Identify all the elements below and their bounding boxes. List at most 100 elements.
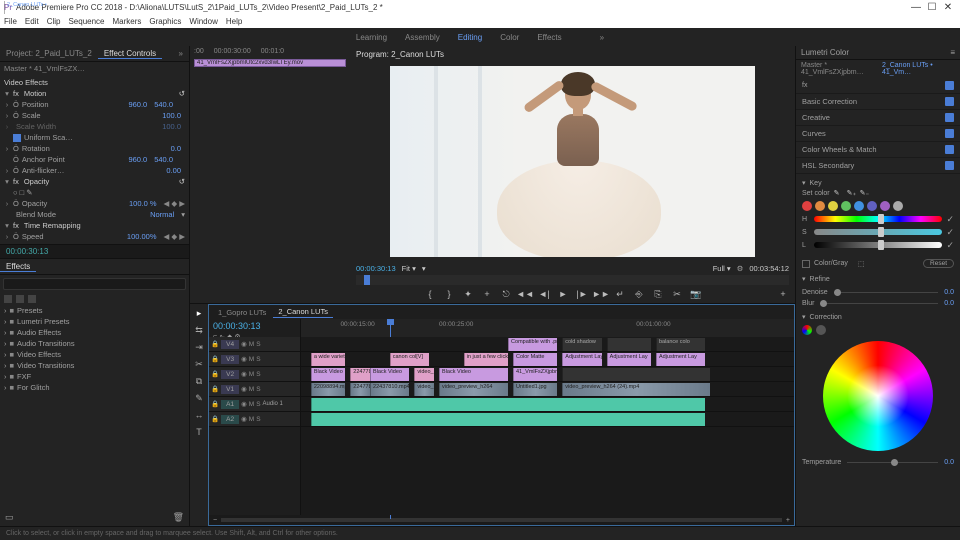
camera-icon[interactable]: 📷	[690, 288, 702, 300]
menu-edit[interactable]: Edit	[25, 17, 39, 26]
program-scrub-bar[interactable]	[356, 275, 789, 285]
effect-timecode[interactable]: 00:00:30:13	[6, 247, 48, 256]
add-marker-icon[interactable]: +	[481, 288, 493, 300]
menu-markers[interactable]: Markers	[113, 17, 142, 26]
opacity-header[interactable]: Opacity	[24, 177, 49, 186]
color-swatch[interactable]	[867, 201, 877, 211]
zoom-dropdown[interactable]: ▾	[422, 264, 426, 273]
timeline-ruler[interactable]: 00:00:15:00 00:00:25:00 00:01:00:00	[301, 319, 794, 337]
frame-back-icon[interactable]: ◄|	[538, 288, 550, 300]
effects-item[interactable]: For Glitch	[17, 383, 50, 392]
timeline-clip[interactable]: video_preview	[414, 368, 434, 381]
opacity-value[interactable]: 100.0 %	[129, 199, 157, 208]
program-tc-left[interactable]: 00:00:30:13	[356, 264, 396, 273]
slider-reset-icon[interactable]: ✓	[946, 227, 954, 238]
track-row[interactable]: Black Video22477894.mp4Black Videovideo_…	[301, 367, 794, 382]
track-row[interactable]: a wide varietycanon col[V]in just a few …	[301, 352, 794, 367]
color-swatch[interactable]	[893, 201, 903, 211]
section-checkbox[interactable]	[945, 129, 954, 138]
section-creative[interactable]: Creative	[802, 113, 830, 122]
track-lock-icon[interactable]: 🔒	[211, 400, 219, 408]
step-fwd-icon[interactable]: ►►	[595, 288, 607, 300]
tab-effect-controls[interactable]: Effect Controls	[98, 49, 162, 59]
menu-clip[interactable]: Clip	[47, 17, 61, 26]
reset-icon[interactable]: ↺	[179, 89, 185, 98]
rotation-value[interactable]: 0.0	[171, 144, 181, 153]
color-swatch[interactable]	[802, 201, 812, 211]
track-select-tool-icon[interactable]: ⇆	[193, 325, 205, 337]
denoise-value[interactable]: 0.0	[944, 289, 954, 296]
reset-button[interactable]: Reset	[923, 259, 954, 268]
track-lock-icon[interactable]: 🔒	[211, 355, 219, 363]
slider-reset-icon[interactable]: ✓	[946, 214, 954, 225]
eyedropper-sub-icon[interactable]: ✎₋	[860, 189, 869, 198]
zoom-slider[interactable]	[221, 518, 782, 522]
track-target[interactable]: V3	[221, 355, 239, 364]
effects-item[interactable]: Audio Transitions	[17, 339, 75, 348]
type-tool-icon[interactable]: T	[193, 427, 205, 439]
quality-dropdown[interactable]: Full ▾	[713, 264, 731, 273]
lumetri-clip[interactable]: 2_Canon LUTs • 41_Vm…	[882, 62, 955, 76]
effects-search-input[interactable]	[3, 278, 186, 290]
timeline-clip[interactable]: Black Video	[439, 368, 508, 381]
frame-fwd-icon[interactable]: |►	[576, 288, 588, 300]
motion-header[interactable]: Motion	[24, 89, 47, 98]
workspace-editing[interactable]: Editing	[458, 33, 482, 42]
effects-item[interactable]: Presets	[17, 306, 42, 315]
track-target[interactable]: A2	[221, 415, 239, 424]
mark-in-icon[interactable]: {	[424, 288, 436, 300]
track-toggle-icon[interactable]: ◉	[241, 400, 247, 408]
timeline-clip[interactable]: 22437810.mp4	[370, 383, 409, 396]
section-checkbox[interactable]	[945, 145, 954, 154]
reset-icon[interactable]: ↺	[179, 177, 185, 186]
minimize-icon[interactable]: —	[908, 2, 924, 13]
zoom-out-icon[interactable]: −	[213, 517, 217, 524]
timeline-clip[interactable]: a wide variety	[311, 353, 346, 366]
timeremap-header[interactable]: Time Remapping	[24, 221, 81, 230]
tab-program[interactable]: Program: 2_Canon LUTs	[356, 50, 444, 59]
workspace-assembly[interactable]: Assembly	[405, 33, 440, 42]
temperature-slider[interactable]	[847, 462, 938, 463]
go-in-icon[interactable]: ⎋	[500, 288, 512, 300]
extract-icon[interactable]: ⎘	[652, 288, 664, 300]
zoom-in-icon[interactable]: +	[786, 517, 790, 524]
workspace-color[interactable]: Color	[500, 33, 519, 42]
track-toggle-icon[interactable]: ◉	[241, 415, 247, 423]
blur-slider[interactable]	[820, 303, 938, 304]
track-row[interactable]: Compatible with .prcold shadowbalance co…	[301, 337, 794, 352]
color-swatch[interactable]	[841, 201, 851, 211]
color-swatch[interactable]	[815, 201, 825, 211]
section-curves[interactable]: Curves	[802, 129, 826, 138]
twirl-icon[interactable]: ▾	[4, 221, 10, 230]
uniform-scale-checkbox[interactable]	[13, 134, 21, 142]
timeline-clip[interactable]: video_preview	[414, 383, 434, 396]
timeline-clip[interactable]: Color Matte	[513, 353, 557, 366]
section-hsl[interactable]: HSL Secondary	[802, 161, 854, 170]
fx-badge-icon[interactable]	[16, 295, 24, 303]
effects-item[interactable]: Lumetri Presets	[17, 317, 70, 326]
workspace-overflow-icon[interactable]: »	[600, 33, 604, 42]
timeline-timecode[interactable]: 00:00:30:13	[213, 321, 296, 331]
timeline-clip[interactable]: 22098894.mp4	[311, 383, 346, 396]
menu-graphics[interactable]: Graphics	[149, 17, 181, 26]
effects-item[interactable]: Audio Effects	[17, 328, 61, 337]
workspace-learning[interactable]: Learning	[356, 33, 387, 42]
menu-window[interactable]: Window	[189, 17, 217, 26]
fit-dropdown[interactable]: Fit ▾	[402, 264, 416, 273]
menu-file[interactable]: File	[4, 17, 17, 26]
eyedropper-icon[interactable]: ✎	[834, 189, 843, 198]
selection-tool-icon[interactable]: ▸	[193, 308, 205, 320]
timeline-clip[interactable]: Adjustment Lay	[656, 353, 705, 366]
timeline-clip[interactable]: Black Video	[311, 368, 346, 381]
pen-tool-icon[interactable]: ✎	[193, 393, 205, 405]
timeline-clip[interactable]: Untitled1.jpg	[513, 383, 557, 396]
timeline-clip[interactable]: canon col[V]	[390, 353, 429, 366]
wheel-mode-alt-icon[interactable]	[816, 325, 826, 335]
section-basic[interactable]: Basic Correction	[802, 97, 857, 106]
anchor-x[interactable]: 960.0	[128, 155, 147, 164]
track-toggle-icon[interactable]: ◉	[241, 385, 247, 393]
track-lock-icon[interactable]: 🔒	[211, 385, 219, 393]
new-bin-icon[interactable]: ▭	[5, 512, 14, 523]
timeline-clip[interactable]	[311, 413, 705, 426]
effects-item[interactable]: FXF	[17, 372, 31, 381]
